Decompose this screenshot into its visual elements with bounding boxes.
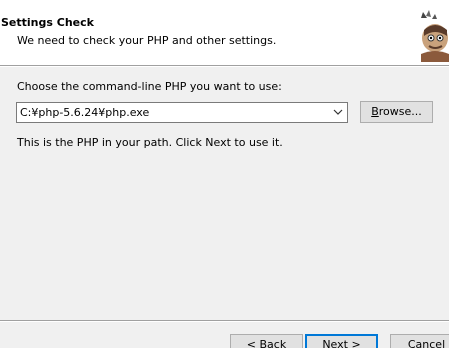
header-divider-highlight bbox=[0, 66, 449, 67]
php-info-text: This is the PHP in your path. Click Next… bbox=[17, 136, 283, 149]
browse-button[interactable]: Browse... bbox=[360, 101, 433, 123]
page-title: Settings Check bbox=[1, 16, 94, 29]
footer-divider-highlight bbox=[0, 321, 449, 322]
page-subtitle: We need to check your PHP and other sett… bbox=[17, 34, 277, 47]
back-button[interactable]: < Back bbox=[230, 334, 303, 348]
php-path-value: C:¥php-5.6.24¥php.exe bbox=[20, 106, 150, 119]
php-select-prompt: Choose the command-line PHP you want to … bbox=[17, 80, 282, 93]
composer-logo-icon bbox=[421, 10, 449, 62]
cancel-button[interactable]: Cancel bbox=[390, 334, 449, 348]
chevron-down-icon[interactable] bbox=[333, 107, 343, 117]
php-path-combobox[interactable]: C:¥php-5.6.24¥php.exe bbox=[16, 102, 348, 123]
wizard-header: Settings Check We need to check your PHP… bbox=[0, 0, 449, 65]
browse-label: rowse... bbox=[378, 105, 422, 118]
next-button[interactable]: Next > bbox=[305, 334, 378, 348]
browse-mnemonic: B bbox=[371, 105, 379, 118]
